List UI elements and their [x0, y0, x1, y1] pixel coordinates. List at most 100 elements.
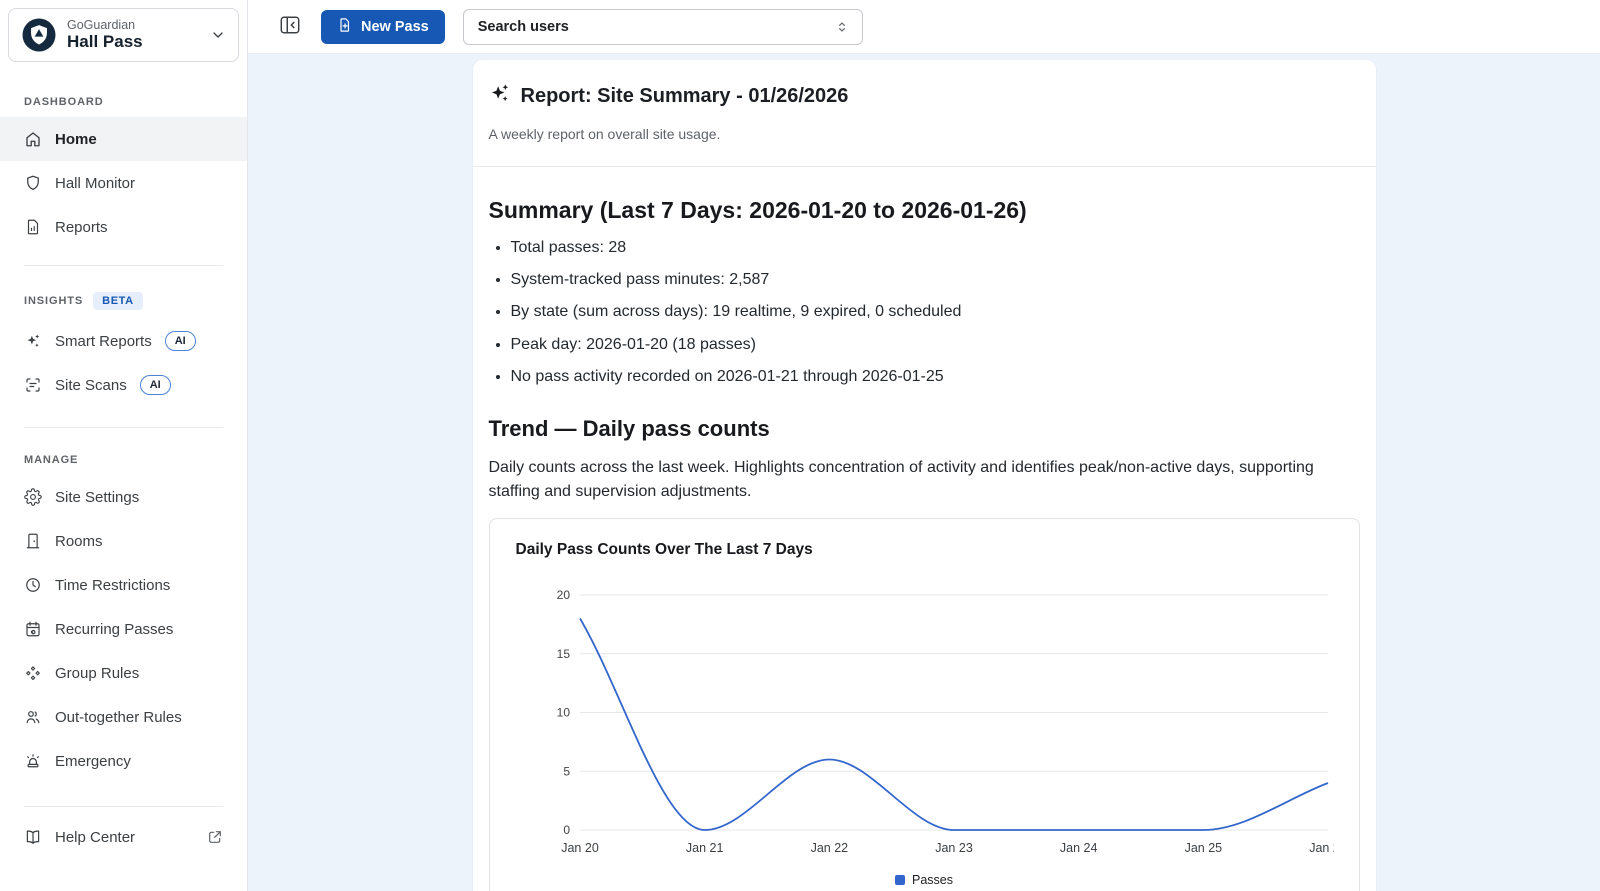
sidebar-item-hall-monitor[interactable]: Hall Monitor [0, 161, 247, 205]
sidebar-item-site-settings[interactable]: Site Settings [0, 475, 247, 519]
report-subtitle: A weekly report on overall site usage. [489, 126, 1360, 142]
svg-text:5: 5 [563, 764, 570, 778]
document-plus-icon [337, 17, 353, 37]
ai-badge: AI [140, 375, 171, 395]
summary-bullet: By state (sum across days): 19 realtime,… [511, 300, 1360, 323]
legend-swatch [895, 875, 905, 885]
svg-text:0: 0 [563, 823, 570, 837]
brand-text: GoGuardian Hall Pass [67, 18, 200, 52]
sidebar-item-label: Reports [55, 219, 108, 236]
org-switcher[interactable]: GoGuardian Hall Pass [8, 8, 239, 62]
sidebar: GoGuardian Hall Pass DASHBOARD Home Hall… [0, 0, 248, 891]
door-icon [24, 532, 42, 550]
sidebar-item-label: Site Settings [55, 489, 139, 506]
new-pass-label: New Pass [361, 19, 429, 35]
svg-text:Jan 20: Jan 20 [561, 841, 599, 855]
sidebar-item-emergency[interactable]: Emergency [0, 739, 247, 783]
diamond-cluster-icon [24, 664, 42, 682]
sidebar-item-label: Home [55, 131, 97, 148]
sidebar-item-rooms[interactable]: Rooms [0, 519, 247, 563]
sidebar-section-dashboard: DASHBOARD [0, 70, 247, 117]
svg-text:Jan 22: Jan 22 [810, 841, 848, 855]
summary-bullet: Peak day: 2026-01-20 (18 passes) [511, 333, 1360, 356]
sidebar-item-reports[interactable]: Reports [0, 205, 247, 249]
content-scroll-area[interactable]: Report: Site Summary - 01/26/2026 A week… [248, 54, 1600, 891]
report-card: Report: Site Summary - 01/26/2026 A week… [473, 60, 1376, 891]
summary-bullet: System-tracked pass minutes: 2,587 [511, 268, 1360, 291]
home-icon [24, 130, 42, 148]
book-icon [24, 828, 42, 846]
sidebar-item-label: Smart Reports [55, 333, 152, 350]
svg-text:Jan 24: Jan 24 [1059, 841, 1097, 855]
svg-text:Jan 25: Jan 25 [1184, 841, 1222, 855]
svg-text:Jan 21: Jan 21 [685, 841, 723, 855]
external-link-icon [207, 829, 223, 845]
search-users-select[interactable]: Search users [463, 9, 863, 45]
new-pass-button[interactable]: New Pass [321, 10, 445, 44]
sidebar-item-group-rules[interactable]: Group Rules [0, 651, 247, 695]
gear-icon [24, 488, 42, 506]
chevron-updown-icon [834, 19, 850, 35]
app-root: GoGuardian Hall Pass DASHBOARD Home Hall… [0, 0, 1600, 891]
svg-text:Jan 23: Jan 23 [935, 841, 973, 855]
sidebar-item-label: Hall Monitor [55, 175, 135, 192]
chart-card: Daily Pass Counts Over The Last 7 Days 0… [489, 518, 1360, 891]
summary-heading: Summary (Last 7 Days: 2026-01-20 to 2026… [489, 197, 1360, 224]
svg-text:10: 10 [556, 705, 570, 719]
pass-trend-chart: 0 5 10 15 20 Jan 20 Jan 21 Jan 22 Jan 23 Jan 24 Ja… [516, 567, 1334, 863]
clock-icon [24, 576, 42, 594]
sidebar-item-label: Group Rules [55, 665, 139, 682]
goguardian-logo-icon [21, 17, 57, 53]
sidebar-item-label: Site Scans [55, 377, 127, 394]
main-area: New Pass Search users Report: Site Summa… [248, 0, 1600, 891]
sidebar-item-time-restrictions[interactable]: Time Restrictions [0, 563, 247, 607]
brand-product: Hall Pass [67, 32, 200, 52]
chart-title: Daily Pass Counts Over The Last 7 Days [516, 541, 1333, 559]
sidebar-section-insights: INSIGHTS BETA [0, 266, 247, 319]
calendar-repeat-icon [24, 620, 42, 638]
beta-badge: BETA [93, 292, 143, 310]
card-divider [473, 166, 1376, 167]
svg-text:20: 20 [556, 588, 570, 602]
sidebar-item-label: Out-together Rules [55, 709, 182, 726]
summary-bullet: No pass activity recorded on 2026-01-21 … [511, 365, 1360, 388]
legend-label: Passes [912, 873, 953, 887]
shield-icon [24, 174, 42, 192]
search-users-value: Search users [478, 19, 569, 35]
siren-icon [24, 752, 42, 770]
sidebar-item-label: Help Center [55, 829, 135, 846]
sidebar-item-label: Emergency [55, 753, 131, 770]
sparkles-icon [489, 82, 511, 110]
sidebar-item-label: Recurring Passes [55, 621, 173, 638]
trend-description: Daily counts across the last week. Highl… [489, 456, 1355, 504]
report-title: Report: Site Summary - 01/26/2026 [489, 82, 1360, 110]
collapse-panel-icon [279, 14, 301, 39]
svg-text:Jan 26: Jan 26 [1309, 841, 1334, 855]
users-icon [24, 708, 42, 726]
report-title-text: Report: Site Summary - 01/26/2026 [521, 85, 849, 108]
svg-text:15: 15 [556, 647, 570, 661]
sidebar-item-out-together-rules[interactable]: Out-together Rules [0, 695, 247, 739]
collapse-sidebar-button[interactable] [277, 14, 303, 40]
sidebar-item-home[interactable]: Home [0, 117, 247, 161]
sidebar-item-recurring-passes[interactable]: Recurring Passes [0, 607, 247, 651]
section-label-text: INSIGHTS [24, 295, 83, 307]
chevron-down-icon [210, 27, 226, 43]
brand-company: GoGuardian [67, 18, 200, 32]
sidebar-item-label: Time Restrictions [55, 577, 170, 594]
sidebar-item-help-center[interactable]: Help Center [0, 815, 247, 859]
ai-badge: AI [165, 331, 196, 351]
sidebar-item-smart-reports[interactable]: Smart Reports AI [0, 319, 247, 363]
topbar: New Pass Search users [248, 0, 1600, 54]
summary-list: Total passes: 28 System-tracked pass min… [511, 236, 1360, 388]
sidebar-item-site-scans[interactable]: Site Scans AI [0, 363, 247, 407]
sidebar-section-manage: MANAGE [0, 428, 247, 475]
scan-icon [24, 376, 42, 394]
document-chart-icon [24, 218, 42, 236]
sidebar-item-label: Rooms [55, 533, 103, 550]
report-body: Summary (Last 7 Days: 2026-01-20 to 2026… [473, 197, 1376, 891]
trend-heading: Trend — Daily pass counts [489, 416, 1360, 442]
report-header: Report: Site Summary - 01/26/2026 A week… [473, 60, 1376, 166]
sparkles-icon [24, 332, 42, 350]
sidebar-divider [24, 806, 223, 807]
